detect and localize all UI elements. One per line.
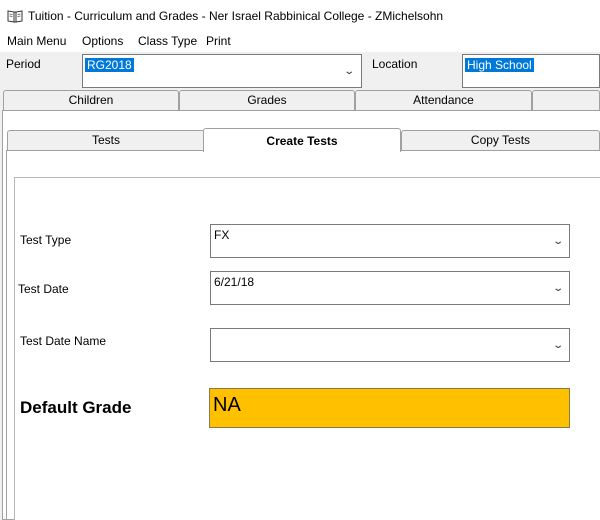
tab-grades[interactable]: Grades (179, 90, 355, 111)
location-label: Location (372, 57, 418, 71)
default-grade-value: NA (213, 394, 241, 416)
tab-attendance[interactable]: Attendance (355, 90, 532, 111)
chevron-down-icon[interactable]: ⌄ (552, 236, 564, 247)
default-grade-label: Default Grade (20, 398, 132, 417)
test-date-name-select[interactable]: ⌄ (210, 328, 570, 362)
chevron-down-icon[interactable]: ⌄ (343, 66, 355, 77)
tab-tests[interactable]: Tests (7, 130, 205, 151)
test-date-value: 6/21/18 (214, 275, 255, 289)
test-type-label: Test Type (20, 233, 72, 247)
test-date-label: Test Date (18, 282, 69, 296)
chevron-down-icon[interactable]: ⌄ (552, 340, 564, 351)
menu-options[interactable]: Options (82, 34, 123, 48)
tab-children[interactable]: Children (3, 90, 179, 111)
test-type-select[interactable]: FX ⌄ (210, 224, 570, 258)
window-title: Tuition - Curriculum and Grades - Ner Is… (28, 9, 444, 23)
tab-create-tests[interactable]: Create Tests (203, 128, 401, 152)
menu-print[interactable]: Print (206, 34, 231, 48)
tab-copy-tests[interactable]: Copy Tests (401, 130, 600, 151)
location-field[interactable]: High School (462, 54, 600, 88)
test-date-name-label: Test Date Name (20, 334, 107, 348)
default-grade-input[interactable]: NA (209, 388, 570, 428)
menu-class-type[interactable]: Class Type (138, 34, 197, 48)
test-date-select[interactable]: 6/21/18 ⌄ (210, 271, 570, 305)
tab-more[interactable] (532, 90, 600, 111)
menu-main-menu[interactable]: Main Menu (7, 34, 66, 48)
location-value: High School (465, 58, 534, 72)
chevron-down-icon[interactable]: ⌄ (552, 283, 564, 294)
period-select[interactable]: RG2018 ⌄ (82, 54, 362, 88)
title-bar: Tuition - Curriculum and Grades - Ner Is… (0, 0, 600, 32)
period-label: Period (6, 57, 41, 71)
book-icon (7, 10, 23, 23)
test-type-value: FX (214, 228, 230, 242)
period-value: RG2018 (85, 58, 134, 72)
